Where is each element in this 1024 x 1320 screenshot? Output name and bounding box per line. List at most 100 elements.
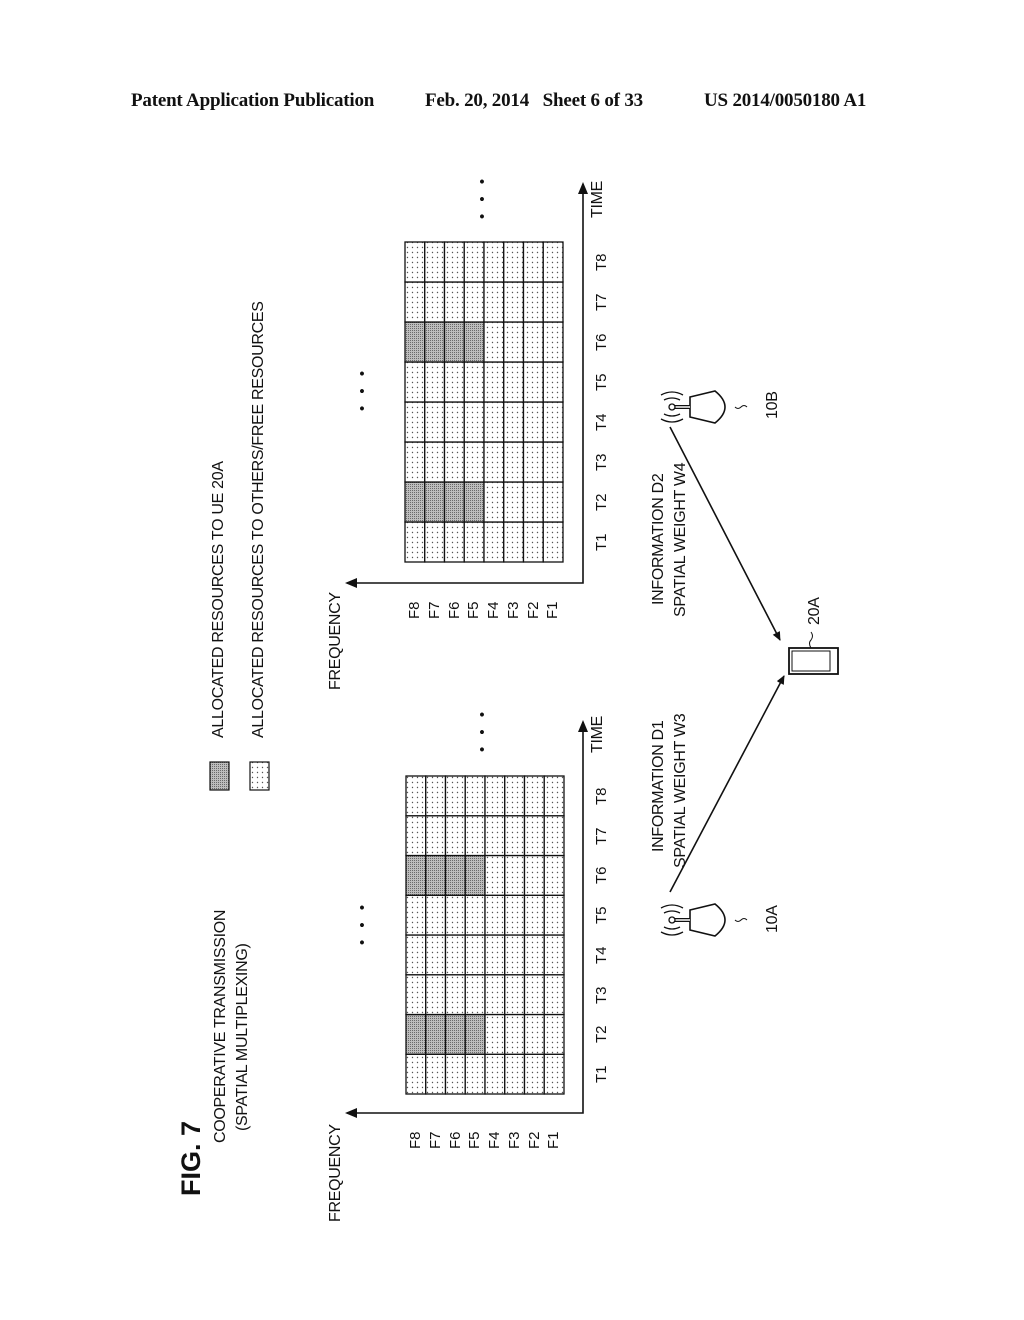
resource-cell-other <box>463 401 485 443</box>
frequency-tick-label: F5 <box>465 601 483 619</box>
grid1-ellipsis-mid: • • • <box>354 900 371 945</box>
resource-cell-other <box>463 521 485 563</box>
resource-cell-other <box>542 361 564 403</box>
grid2-y-axis-label: FREQUENCY <box>327 592 344 690</box>
resource-cell-other <box>542 441 564 483</box>
resource-cell-other <box>504 854 526 896</box>
resource-cell-other <box>443 441 465 483</box>
resource-cell-other <box>522 321 544 363</box>
resource-cell-allocated-ue <box>424 481 446 523</box>
resource-cell-other <box>503 401 525 443</box>
resource-cell-other <box>504 894 526 936</box>
frequency-tick-label: F8 <box>407 1131 424 1149</box>
station-10B-id: 10B <box>764 391 781 419</box>
resource-cell-other <box>503 441 525 483</box>
resource-cell-allocated-ue <box>404 481 426 523</box>
station-10A-info-line1: INFORMATION D1 <box>650 720 667 852</box>
resource-cell-other <box>464 1053 486 1095</box>
time-axis-arrow <box>578 720 588 732</box>
resource-cell-other <box>463 441 485 483</box>
frequency-tick-label: F7 <box>426 1131 444 1149</box>
resource-cell-other <box>504 1053 526 1095</box>
time-tick-label: T1 <box>593 1065 610 1084</box>
time-tick-label: T7 <box>593 827 610 845</box>
resource-cell-other <box>522 401 544 443</box>
resource-cell-other <box>522 521 544 563</box>
resource-cell-other <box>444 815 466 857</box>
station-10A-info-line2: SPATIAL WEIGHT W3 <box>672 713 689 868</box>
resource-cell-other <box>444 974 466 1016</box>
grid2-ellipsis-mid: • • • <box>354 366 371 411</box>
grid1-y-axis-label: FREQUENCY <box>327 1124 344 1222</box>
resource-cell-other <box>424 521 446 563</box>
legend-swatch-others <box>249 761 270 791</box>
resource-cell-other <box>444 775 466 817</box>
resource-cell-other <box>523 974 545 1016</box>
resource-cell-other <box>522 241 544 283</box>
resource-cell-allocated-ue <box>405 1013 427 1055</box>
resource-cell-other <box>483 401 505 443</box>
resource-cell-other <box>424 241 446 283</box>
legend-label-ue: ALLOCATED RESOURCES TO UE 20A <box>210 461 227 738</box>
resource-cell-other <box>542 241 564 283</box>
frequency-tick-label: F7 <box>425 601 443 619</box>
frequency-tick-label: F1 <box>544 601 562 619</box>
resource-cell-allocated-ue <box>425 1013 447 1055</box>
time-tick-label: T1 <box>593 533 610 551</box>
frequency-tick-label: F4 <box>485 601 502 619</box>
resource-cell-other <box>522 361 544 403</box>
resource-cell-other <box>443 281 465 323</box>
station-10A-id: 10A <box>764 905 781 933</box>
resource-cell-other <box>404 441 426 483</box>
resource-cell-other <box>483 521 505 563</box>
resource-cell-allocated-ue <box>404 321 426 363</box>
ue-20A-id: 20A <box>806 597 823 625</box>
resource-cell-allocated-ue <box>443 481 465 523</box>
ue-20A-device-icon <box>788 631 839 675</box>
resource-cell-other <box>463 281 485 323</box>
time-tick-label: T3 <box>593 453 610 471</box>
resource-cell-other <box>464 894 486 936</box>
resource-cell-other <box>504 1013 526 1055</box>
resource-cell-other <box>425 894 447 936</box>
resource-cell-other <box>464 934 486 976</box>
resource-cell-other <box>424 361 446 403</box>
resource-cell-other <box>443 361 465 403</box>
resource-cell-other <box>444 1053 466 1095</box>
frequency-tick-label: F2 <box>524 601 542 619</box>
time-tick-label: T3 <box>593 986 610 1004</box>
resource-cell-other <box>543 934 565 976</box>
resource-cell-other <box>484 854 506 896</box>
grid1-ellipsis-top: • • • <box>474 707 491 752</box>
base-station-10A-icon <box>660 903 748 937</box>
resource-cell-other <box>543 1013 565 1055</box>
resource-cell-other <box>483 441 505 483</box>
resource-cell-other <box>543 1053 565 1095</box>
resource-cell-other <box>543 894 565 936</box>
resource-cell-other <box>405 974 427 1016</box>
resource-cell-other <box>425 974 447 1016</box>
resource-cell-other <box>503 481 525 523</box>
resource-cell-other <box>425 815 447 857</box>
resource-cell-allocated-ue <box>463 481 485 523</box>
frequency-tick-label: F6 <box>445 601 463 619</box>
resource-cell-allocated-ue <box>464 1013 486 1055</box>
frequency-tick-label: F3 <box>505 1131 523 1149</box>
resource-cell-other <box>503 361 525 403</box>
resource-cell-other <box>404 401 426 443</box>
resource-cell-allocated-ue <box>405 854 427 896</box>
resource-cell-other <box>542 321 564 363</box>
time-tick-label: T6 <box>593 866 610 885</box>
resource-cell-other <box>522 441 544 483</box>
legend-label-others: ALLOCATED RESOURCES TO OTHERS/FREE RESOU… <box>250 301 267 738</box>
resource-cell-other <box>404 241 426 283</box>
time-tick-label: T5 <box>593 906 610 925</box>
resource-cell-other <box>484 934 506 976</box>
resource-cell-other <box>523 1053 545 1095</box>
resource-cell-allocated-ue <box>443 321 465 363</box>
station-10B-info-line1: INFORMATION D2 <box>650 473 667 605</box>
resource-cell-other <box>484 775 506 817</box>
resource-cell-other <box>463 241 485 283</box>
resource-cell-other <box>443 241 465 283</box>
resource-cell-other <box>503 281 525 323</box>
